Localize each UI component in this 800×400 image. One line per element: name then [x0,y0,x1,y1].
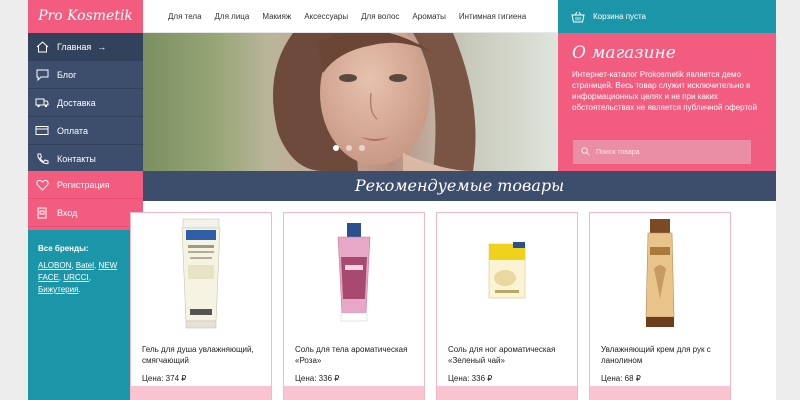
product-name: Увлажняющий крем для рук с ланолином [601,345,711,365]
hero-slider[interactable] [143,33,558,171]
product-image [590,213,730,333]
brands-label: Все бренды: [38,244,89,253]
brand-link-batel[interactable]: Batel [76,261,94,270]
top-menu-makeup[interactable]: Макияж [262,12,291,21]
top-menu-accessories[interactable]: Аксессуары [304,12,348,21]
brand-link-alobon[interactable]: ALOBON [38,261,71,270]
product-price: Цена: 336 ₽ [448,374,493,383]
side-nav-home-label: Главная [57,41,92,52]
search-box [573,140,751,164]
side-nav-delivery-label: Доставка [57,97,96,108]
product-list: Гель для душа увлажняющий, смягчающий Це… [130,212,732,400]
top-menu-body[interactable]: Для тела [168,12,202,21]
top-menu-face[interactable]: Для лица [215,12,250,21]
heart-icon [34,178,50,192]
product-price: Цена: 68 ₽ [601,374,641,383]
product-card[interactable]: Гель для душа увлажняющий, смягчающий Це… [130,212,272,400]
slider-dot-2[interactable] [346,145,352,151]
buy-button[interactable] [284,386,424,400]
buy-button[interactable] [590,386,730,400]
buy-button[interactable] [437,386,577,400]
about-text: Интернет-каталог Prokosmetik является де… [572,70,757,112]
side-nav-payment-label: Оплата [57,125,88,136]
brand-link-urcci[interactable]: URCCI [63,273,88,282]
product-card[interactable]: Соль для ног ароматическая «Зеленый чай»… [436,212,578,400]
side-nav-blog[interactable]: Блог [28,61,143,89]
slider-dots [333,145,365,151]
about-block: О магазине Интернет-каталог Prokosmetik … [558,33,776,171]
register-link[interactable]: Регистрация [28,171,143,199]
top-menu: Для тела Для лица Макияж Аксессуары Для … [143,0,558,33]
basket-icon [571,11,585,23]
truck-icon [34,96,50,110]
login-icon [34,206,50,220]
chat-icon [34,68,50,82]
search-icon [581,143,590,161]
product-image [284,213,424,333]
product-price: Цена: 336 ₽ [295,374,340,383]
login-label: Вход [57,207,78,218]
home-icon [34,40,50,54]
product-card[interactable]: Увлажняющий крем для рук с ланолином Цен… [589,212,731,400]
top-menu-intimate[interactable]: Интимная гигиена [459,12,526,21]
buy-button[interactable] [131,386,271,400]
featured-title: Рекомендуемые товары [143,171,776,201]
top-menu-fragrances[interactable]: Ароматы [412,12,445,21]
cart-button[interactable]: Корзина пуста [558,0,776,33]
side-nav-payment[interactable]: Оплата [28,117,143,145]
top-menu-hair[interactable]: Для волос [361,12,399,21]
brand-link-jewelry[interactable]: Бижутерия [38,285,78,294]
brands-links: ALOBON, Batel, NEW FACE, URCCI, Бижутери… [38,261,118,294]
side-nav: Главная → Блог Доставка Оплата Контакты [28,33,143,173]
page: Pro Kosmetik Главная → Блог Доставка Опл… [28,0,776,400]
side-nav-blog-label: Блог [57,69,77,80]
side-nav-delivery[interactable]: Доставка [28,89,143,117]
auth-block: Регистрация Вход [28,171,143,230]
product-price: Цена: 374 ₽ [142,374,187,383]
product-name: Соль для ног ароматическая «Зеленый чай» [448,345,556,365]
side-nav-contacts[interactable]: Контакты [28,145,143,173]
product-image [131,213,271,333]
login-link[interactable]: Вход [28,199,143,227]
product-image [437,213,577,333]
search-input[interactable] [596,148,746,156]
site-logo[interactable]: Pro Kosmetik [28,0,143,33]
arrow-right-icon: → [97,41,107,52]
side-nav-contacts-label: Контакты [57,153,96,164]
brands-block: Все бренды: ALOBON, Batel, NEW FACE, URC… [28,230,143,400]
side-nav-home[interactable]: Главная → [28,33,143,61]
cart-label: Корзина пуста [593,12,646,21]
slider-dot-3[interactable] [359,145,365,151]
phone-icon [34,152,50,166]
card-icon [34,124,50,138]
product-card[interactable]: Соль для тела ароматическая «Роза» Цена:… [283,212,425,400]
register-label: Регистрация [57,179,110,190]
product-name: Соль для тела ароматическая «Роза» [295,345,408,365]
about-title: О магазине [572,43,676,63]
slider-dot-1[interactable] [333,145,339,151]
product-name: Гель для душа увлажняющий, смягчающий [142,345,254,365]
